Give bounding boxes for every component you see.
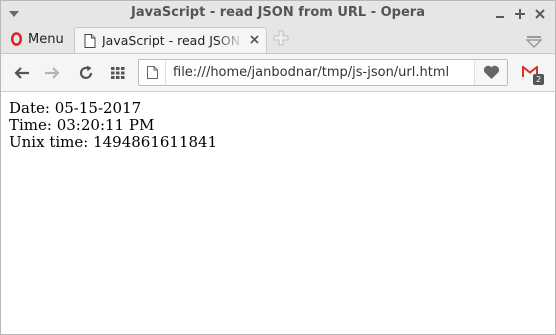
page-info-icon[interactable] <box>139 60 166 85</box>
opera-menu-button[interactable]: Menu <box>5 28 67 50</box>
menu-label: Menu <box>28 31 64 47</box>
maximize-icon[interactable] <box>511 5 528 22</box>
bookmark-heart-icon[interactable] <box>474 60 507 85</box>
speed-dial-grid-icon[interactable] <box>109 64 127 82</box>
opera-logo-icon <box>11 32 22 46</box>
tab-strip: Menu JavaScript - read JSON fro <box>1 26 555 54</box>
document-icon <box>84 33 96 52</box>
forward-arrow-icon[interactable] <box>43 64 61 82</box>
tab-menu-icon[interactable] <box>525 33 543 52</box>
date-line: Date: 05-15-2017 <box>9 99 142 117</box>
time-line: Time: 03:20:11 PM <box>9 116 155 134</box>
tab-active[interactable]: JavaScript - read JSON fro <box>74 27 267 53</box>
tab-title: JavaScript - read JSON fro <box>102 33 244 48</box>
gmail-icon[interactable]: 2 <box>522 64 544 86</box>
url-text[interactable]: file:///home/janbodnar/tmp/js-json/url.h… <box>173 65 449 80</box>
browser-window: JavaScript - read JSON from URL - Opera … <box>0 0 556 335</box>
gmail-badge: 2 <box>533 74 544 85</box>
new-tab-icon[interactable] <box>273 30 289 50</box>
reload-icon[interactable] <box>77 64 95 82</box>
minimize-icon[interactable] <box>491 5 508 22</box>
back-arrow-icon[interactable] <box>13 64 31 82</box>
page-content: Date: 05-15-2017 Time: 03:20:11 PM Unix … <box>1 92 555 334</box>
address-bar[interactable]: file:///home/janbodnar/tmp/js-json/url.h… <box>138 59 508 86</box>
title-bar: JavaScript - read JSON from URL - Opera <box>1 1 555 26</box>
window-title: JavaScript - read JSON from URL - Opera <box>131 5 425 20</box>
close-icon[interactable] <box>531 5 548 22</box>
unix-time-line: Unix time: 1494861611841 <box>9 133 218 151</box>
tab-close-icon[interactable] <box>250 32 259 48</box>
navigation-toolbar: file:///home/janbodnar/tmp/js-json/url.h… <box>1 54 555 92</box>
